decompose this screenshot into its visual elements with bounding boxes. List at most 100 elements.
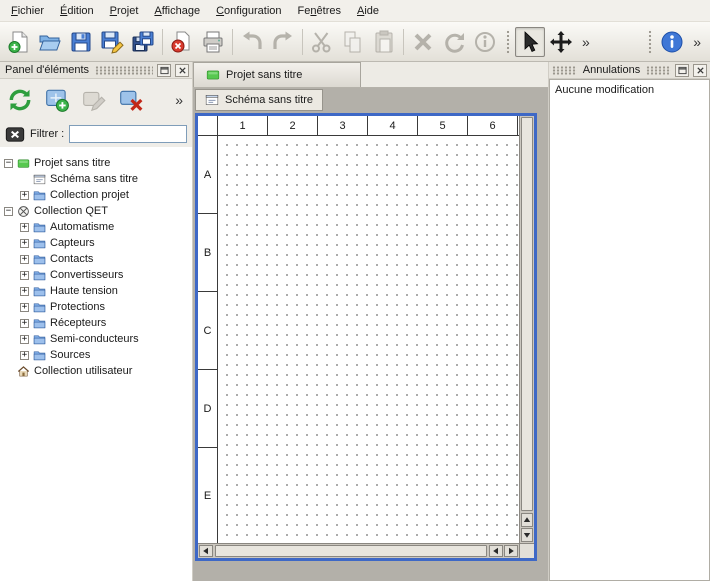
tree-item-convertisseurs[interactable]: +Convertisseurs — [0, 267, 192, 283]
menu-edition[interactable]: Édition — [52, 2, 102, 20]
tree-item-protections[interactable]: +Protections — [0, 299, 192, 315]
tab-project-sans-titre[interactable]: Projet sans titre — [193, 62, 361, 87]
expand-plus-icon[interactable]: + — [20, 351, 29, 360]
expand-plus-icon[interactable]: + — [20, 319, 29, 328]
edit-element-button[interactable] — [77, 83, 111, 117]
undo-icon — [240, 30, 264, 54]
expand-plus-icon[interactable]: + — [20, 191, 29, 200]
expand-plus-icon[interactable]: + — [20, 239, 29, 248]
menu-fichier[interactable]: Fichier — [3, 2, 52, 20]
tree-item-collection-qet[interactable]: − Collection QET — [0, 203, 192, 219]
paste-button[interactable] — [369, 27, 399, 57]
menu-projet[interactable]: Projet — [102, 2, 147, 20]
expand-plus-icon[interactable]: + — [20, 303, 29, 312]
move-icon — [549, 30, 573, 54]
conductor-info-button[interactable] — [470, 27, 500, 57]
delete-element-button[interactable] — [114, 83, 148, 117]
expand-plus-icon[interactable]: + — [20, 223, 29, 232]
copy-button[interactable] — [338, 27, 368, 57]
scroll-left-button[interactable] — [199, 545, 213, 557]
collapse-minus-icon[interactable]: − — [4, 207, 13, 216]
tree-item-label: Collection QET — [34, 205, 108, 217]
project-tab-label: Projet sans titre — [226, 69, 302, 81]
new-project-button[interactable] — [4, 27, 34, 57]
horizontal-scrollbar[interactable] — [198, 543, 519, 558]
clear-filter-icon[interactable] — [5, 126, 25, 143]
toolbar-overflow-chevron[interactable]: » — [688, 34, 706, 50]
tree-item-automatisme[interactable]: +Automatisme — [0, 219, 192, 235]
scroll-up-button[interactable] — [521, 513, 533, 527]
redo-button[interactable] — [268, 27, 298, 57]
print-button[interactable] — [198, 27, 228, 57]
undo-button[interactable] — [237, 27, 267, 57]
hscroll-thumb[interactable] — [215, 545, 487, 557]
tree-item-contacts[interactable]: +Contacts — [0, 251, 192, 267]
float-panel-button[interactable] — [157, 64, 171, 77]
toolbar-separator — [302, 29, 303, 55]
menu-affichage[interactable]: Affichage — [146, 2, 208, 20]
float-panel-button[interactable] — [675, 64, 689, 77]
scroll-left-button-end[interactable] — [489, 545, 503, 557]
menu-fenetres[interactable]: Fenêtres — [290, 2, 349, 20]
vertical-scrollbar[interactable] — [519, 116, 534, 543]
diagram-tab-label: Schéma sans titre — [225, 94, 313, 106]
open-project-button[interactable] — [35, 27, 65, 57]
rotate-button[interactable] — [439, 27, 469, 57]
tree-item-collection-projet[interactable]: +Collection projet — [0, 187, 192, 203]
collections-tree: −Projet sans titreSchéma sans titre+Coll… — [0, 147, 192, 581]
expand-plus-icon[interactable]: + — [20, 271, 29, 280]
expand-plus-icon[interactable]: + — [20, 287, 29, 296]
undo-panel-titlebar[interactable]: Annulations — [549, 62, 710, 79]
diagram-canvas[interactable] — [218, 136, 519, 543]
toolbar-overflow-chevron[interactable]: » — [577, 34, 595, 50]
undo-panel: Annulations Aucune modification — [548, 62, 710, 581]
close-file-button[interactable] — [167, 27, 197, 57]
new-element-icon — [44, 87, 70, 113]
toolbar-grip[interactable] — [647, 29, 652, 55]
filter-row: Filtrer : — [0, 121, 192, 147]
cut-icon — [310, 30, 334, 54]
new-element-button[interactable] — [40, 83, 74, 117]
tree-item-capteurs[interactable]: +Capteurs — [0, 235, 192, 251]
save-icon — [69, 30, 93, 54]
tree-item-sources[interactable]: + Sources — [0, 347, 192, 363]
project-tab-bar: Projet sans titre — [193, 62, 548, 88]
save-all-button[interactable] — [128, 27, 158, 57]
scroll-right-button[interactable] — [504, 545, 518, 557]
tree-item-recepteurs[interactable]: +Récepteurs — [0, 315, 192, 331]
tab-schema-sans-titre[interactable]: Schéma sans titre — [195, 89, 323, 111]
tree-item-projet-sans-titre[interactable]: −Projet sans titre — [0, 155, 192, 171]
menu-configuration[interactable]: Configuration — [208, 2, 289, 20]
tree-item-collection-utilisateur[interactable]: Collection utilisateur — [0, 363, 192, 379]
menu-aide[interactable]: Aide — [349, 2, 387, 20]
scroll-down-button[interactable] — [521, 528, 533, 542]
scroll-mode-button[interactable] — [546, 27, 576, 57]
save-as-button[interactable] — [97, 27, 127, 57]
folder-icon — [33, 349, 46, 362]
close-panel-button[interactable] — [693, 64, 707, 77]
ruler-row-label: C — [198, 292, 217, 370]
qet-collection-icon — [17, 205, 30, 218]
expand-plus-icon[interactable]: + — [20, 255, 29, 264]
filter-input[interactable] — [69, 125, 187, 143]
panel-toolbar-overflow-chevron[interactable]: » — [169, 92, 189, 108]
ruler-column-label: 2 — [268, 116, 318, 135]
tree-item-schema-sans-titre[interactable]: Schéma sans titre — [0, 171, 192, 187]
tree-item-label: Sources — [50, 349, 90, 361]
delete-button[interactable] — [408, 27, 438, 57]
collapse-minus-icon[interactable]: − — [4, 159, 13, 168]
tree-item-semi-conducteurs[interactable]: +Semi-conducteurs — [0, 331, 192, 347]
elements-panel-titlebar[interactable]: Panel d'éléments — [0, 62, 192, 79]
toolbar-grip[interactable] — [505, 29, 510, 55]
about-button[interactable] — [657, 27, 687, 57]
save-button[interactable] — [66, 27, 96, 57]
vscroll-thumb[interactable] — [521, 117, 533, 511]
menu-bar: FichierÉditionProjetAffichageConfigurati… — [0, 0, 710, 22]
expand-plus-icon[interactable]: + — [20, 335, 29, 344]
cut-button[interactable] — [307, 27, 337, 57]
select-mode-button[interactable] — [515, 27, 545, 57]
reload-collections-button[interactable] — [3, 83, 37, 117]
tree-item-haute-tension[interactable]: +Haute tension — [0, 283, 192, 299]
folder-icon — [33, 333, 46, 346]
close-panel-button[interactable] — [175, 64, 189, 77]
